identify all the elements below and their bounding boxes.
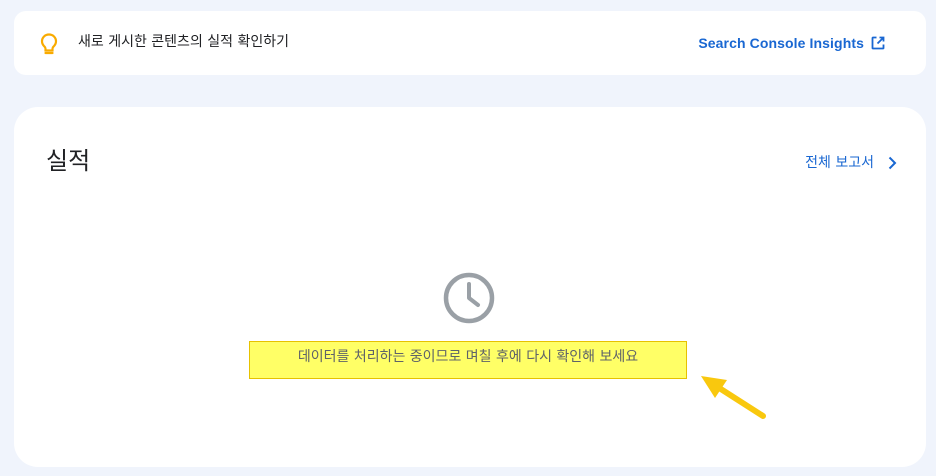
processing-message: 데이터를 처리하는 중이므로 며칠 후에 다시 확인해 보세요 [249, 341, 687, 379]
clock-icon [442, 271, 496, 325]
lightbulb-icon [38, 32, 60, 56]
full-report-link[interactable]: 전체 보고서 [805, 153, 874, 173]
insights-banner: 새로 게시한 콘텐츠의 실적 확인하기 Search Console Insig… [14, 11, 926, 75]
open-in-new-icon[interactable] [870, 35, 886, 51]
performance-card: 실적 전체 보고서 데이터를 처리하는 중이므로 며칠 후에 다시 확인해 보세… [14, 107, 926, 467]
performance-title: 실적 [46, 147, 91, 175]
search-console-insights-link[interactable]: Search Console Insights [698, 33, 864, 53]
insights-message: 새로 게시한 콘텐츠의 실적 확인하기 [78, 34, 289, 50]
chevron-right-icon[interactable] [886, 155, 898, 171]
arrow-annotation-icon [697, 372, 779, 430]
